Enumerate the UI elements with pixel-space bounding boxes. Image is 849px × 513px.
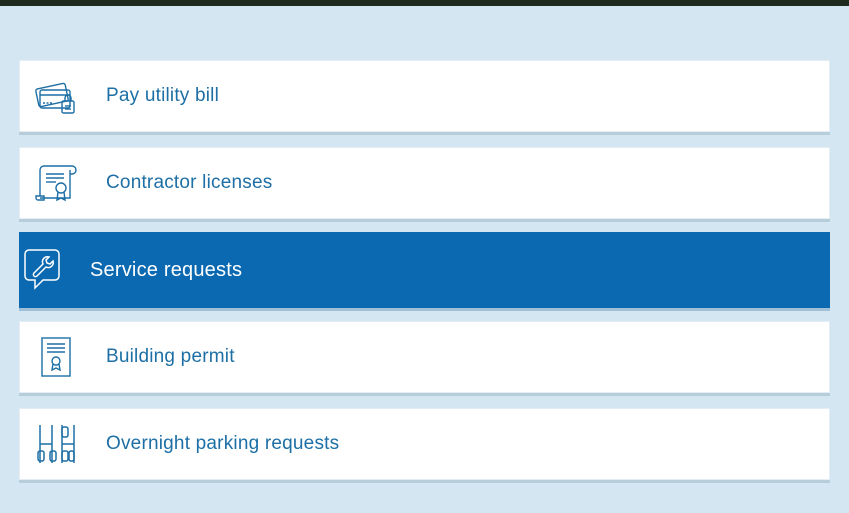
menu-item-label: Overnight parking requests — [106, 433, 340, 454]
menu-item-label: Building permit — [106, 346, 235, 367]
menu-item-contractor-licenses[interactable]: Contractor licenses — [19, 147, 830, 219]
wrench-chat-icon — [20, 248, 64, 292]
parking-meters-icon — [34, 422, 78, 466]
top-banner-strip — [0, 0, 849, 6]
menu-item-label: Pay utility bill — [106, 85, 220, 106]
menu-item-pay-utility-bill[interactable]: Pay utility bill — [19, 60, 830, 132]
menu-item-label: Service requests — [90, 258, 243, 281]
service-menu: Pay utility bill Contractor licenses Ser… — [19, 60, 830, 495]
credit-card-icon — [34, 74, 78, 118]
menu-item-overnight-parking-requests[interactable]: Overnight parking requests — [19, 408, 830, 480]
menu-item-service-requests[interactable]: Service requests — [19, 232, 830, 308]
menu-item-building-permit[interactable]: Building permit — [19, 321, 830, 393]
certificate-scroll-icon — [34, 161, 78, 205]
menu-item-label: Contractor licenses — [106, 172, 273, 193]
permit-document-icon — [34, 335, 78, 379]
